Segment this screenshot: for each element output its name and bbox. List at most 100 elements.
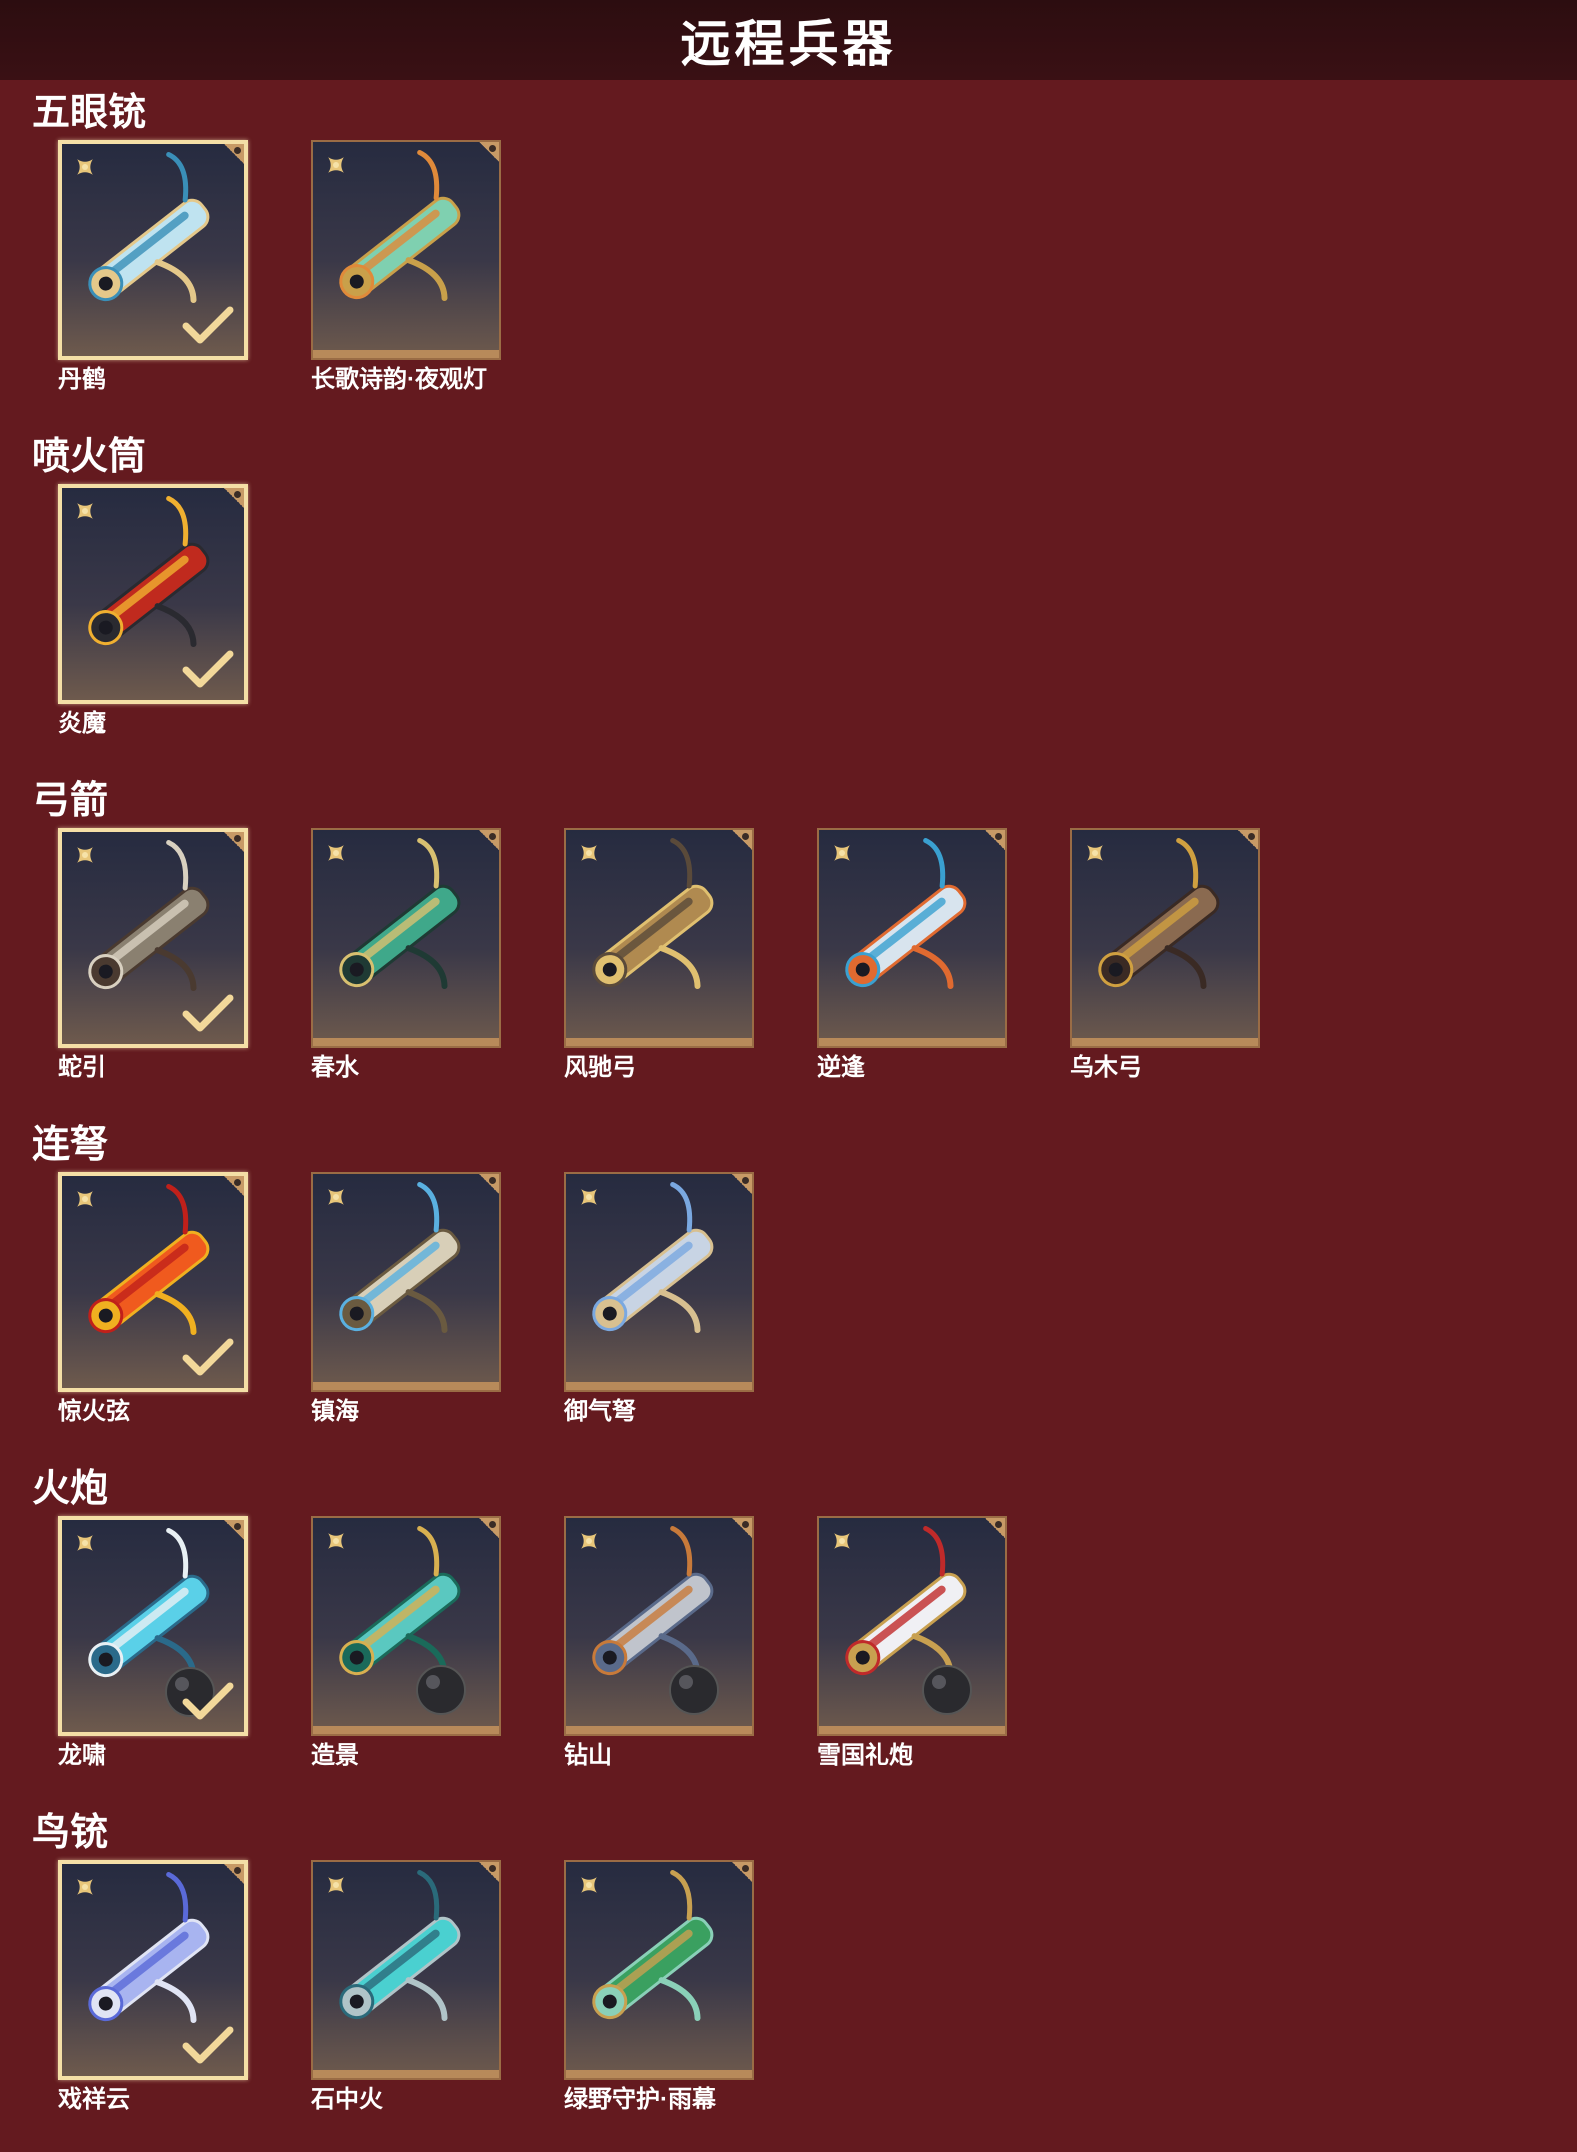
weapon-name: 春水 bbox=[311, 1054, 359, 1081]
section-title: 喷火筒 bbox=[32, 436, 147, 478]
corner-tag-icon bbox=[479, 1862, 499, 1882]
weapon-card[interactable] bbox=[311, 1172, 501, 1392]
section-title: 连弩 bbox=[32, 1124, 109, 1166]
weapon-name: 逆逢 bbox=[817, 1054, 865, 1081]
corner-tag-icon bbox=[224, 488, 244, 508]
quality-star-icon bbox=[77, 1535, 93, 1551]
weapon-name: 风驰弓 bbox=[564, 1054, 636, 1081]
quality-star-icon bbox=[77, 1191, 93, 1207]
card-bottom-bar bbox=[313, 1726, 499, 1734]
weapon-section: 连弩惊火弦 镇海 御气弩 bbox=[0, 1120, 1577, 1464]
weapon-item[interactable]: 长歌诗韵·夜观灯 bbox=[311, 140, 505, 396]
section-title: 鸟铳 bbox=[32, 1812, 109, 1854]
weapon-card[interactable] bbox=[311, 828, 501, 1048]
weapon-item[interactable]: 造景 bbox=[311, 1516, 505, 1772]
page-title: 远程兵器 bbox=[680, 16, 897, 72]
weapon-card[interactable] bbox=[311, 1860, 501, 2080]
weapon-item[interactable]: 雪国礼炮 bbox=[817, 1516, 1011, 1772]
card-bottom-bar bbox=[566, 1726, 752, 1734]
corner-tag-icon bbox=[732, 1174, 752, 1194]
weapon-card-selected[interactable] bbox=[58, 1172, 248, 1392]
quality-star-icon bbox=[581, 1533, 597, 1549]
card-bottom-bar bbox=[819, 1038, 1005, 1046]
weapon-item[interactable]: 乌木弓 bbox=[1070, 828, 1264, 1084]
weapon-item[interactable]: 丹鹤 bbox=[58, 140, 252, 396]
weapon-item[interactable]: 石中火 bbox=[311, 1860, 505, 2116]
weapon-card[interactable] bbox=[564, 1860, 754, 2080]
weapon-item[interactable]: 风驰弓 bbox=[564, 828, 758, 1084]
weapon-item[interactable]: 御气弩 bbox=[564, 1172, 758, 1428]
quality-star-icon bbox=[77, 503, 93, 519]
weapon-name: 钻山 bbox=[564, 1742, 612, 1769]
card-bottom-bar bbox=[313, 1038, 499, 1046]
weapon-name: 炎魔 bbox=[58, 710, 106, 737]
weapon-card-selected[interactable] bbox=[58, 828, 248, 1048]
section-title: 弓箭 bbox=[32, 780, 109, 822]
weapon-card[interactable] bbox=[817, 1516, 1007, 1736]
corner-tag-icon bbox=[224, 144, 244, 164]
weapon-item[interactable]: 炎魔 bbox=[58, 484, 252, 740]
quality-star-icon bbox=[77, 1879, 93, 1895]
weapon-card[interactable] bbox=[564, 1516, 754, 1736]
weapon-item[interactable]: 龙啸 bbox=[58, 1516, 252, 1772]
card-bottom-bar bbox=[313, 1382, 499, 1390]
corner-tag-icon bbox=[479, 1174, 499, 1194]
weapon-section: 火炮 龙啸 造景 钻山 雪国礼炮 bbox=[0, 1464, 1577, 1808]
weapon-name: 绿野守护·雨幕 bbox=[564, 2086, 716, 2113]
weapon-item[interactable]: 镇海 bbox=[311, 1172, 505, 1428]
quality-star-icon bbox=[328, 845, 344, 861]
section-title: 五眼铳 bbox=[32, 92, 147, 134]
weapon-item[interactable]: 蛇引 bbox=[58, 828, 252, 1084]
quality-star-icon bbox=[328, 1189, 344, 1205]
card-bottom-bar bbox=[313, 350, 499, 358]
cannonball bbox=[669, 1665, 719, 1715]
weapon-row: 蛇引 春水 风驰弓 逆逢 乌木弓 bbox=[58, 828, 1323, 1084]
weapon-name: 乌木弓 bbox=[1070, 1054, 1142, 1081]
weapon-item[interactable]: 春水 bbox=[311, 828, 505, 1084]
weapon-card[interactable] bbox=[311, 140, 501, 360]
weapon-name: 蛇引 bbox=[58, 1054, 106, 1081]
quality-star-icon bbox=[581, 1877, 597, 1893]
weapon-card-selected[interactable] bbox=[58, 1516, 248, 1736]
card-bottom-bar bbox=[313, 2070, 499, 2078]
weapon-item[interactable]: 逆逢 bbox=[817, 828, 1011, 1084]
quality-star-icon bbox=[834, 1533, 850, 1549]
weapon-card[interactable] bbox=[564, 1172, 754, 1392]
weapon-row: 炎魔 bbox=[58, 484, 311, 740]
quality-star-icon bbox=[328, 157, 344, 173]
weapon-card-selected[interactable] bbox=[58, 1860, 248, 2080]
card-bottom-bar bbox=[566, 1038, 752, 1046]
weapon-name: 石中火 bbox=[311, 2086, 383, 2113]
weapon-card[interactable] bbox=[311, 1516, 501, 1736]
corner-tag-icon bbox=[224, 1176, 244, 1196]
weapon-card-selected[interactable] bbox=[58, 140, 248, 360]
weapon-name: 造景 bbox=[311, 1742, 359, 1769]
header-bar: 远程兵器 bbox=[0, 0, 1577, 80]
quality-star-icon bbox=[1087, 845, 1103, 861]
corner-tag-icon bbox=[224, 1864, 244, 1884]
corner-tag-icon bbox=[732, 1862, 752, 1882]
quality-star-icon bbox=[581, 1189, 597, 1205]
weapon-item[interactable]: 绿野守护·雨幕 bbox=[564, 1860, 758, 2116]
weapon-card[interactable] bbox=[817, 828, 1007, 1048]
weapon-item[interactable]: 钻山 bbox=[564, 1516, 758, 1772]
weapon-item[interactable]: 惊火弦 bbox=[58, 1172, 252, 1428]
corner-tag-icon bbox=[479, 830, 499, 850]
weapon-name: 丹鹤 bbox=[58, 366, 106, 393]
weapon-card[interactable] bbox=[1070, 828, 1260, 1048]
weapon-item[interactable]: 戏祥云 bbox=[58, 1860, 252, 2116]
weapon-section: 弓箭蛇引 春水 风驰弓 逆逢 乌木弓 bbox=[0, 776, 1577, 1120]
weapon-name: 镇海 bbox=[311, 1398, 359, 1425]
card-bottom-bar bbox=[566, 2070, 752, 2078]
quality-star-icon bbox=[77, 847, 93, 863]
corner-tag-icon bbox=[732, 1518, 752, 1538]
weapon-card[interactable] bbox=[564, 828, 754, 1048]
weapon-section: 鸟铳戏祥云 石中火 绿野守护·雨幕 bbox=[0, 1808, 1577, 2152]
checkmark-icon bbox=[182, 650, 234, 688]
quality-star-icon bbox=[77, 159, 93, 175]
weapon-section: 五眼铳丹鹤 长歌诗韵·夜观灯 bbox=[0, 88, 1577, 432]
quality-star-icon bbox=[834, 845, 850, 861]
weapon-card-selected[interactable] bbox=[58, 484, 248, 704]
corner-tag-icon bbox=[224, 832, 244, 852]
checkmark-icon bbox=[182, 1682, 234, 1720]
